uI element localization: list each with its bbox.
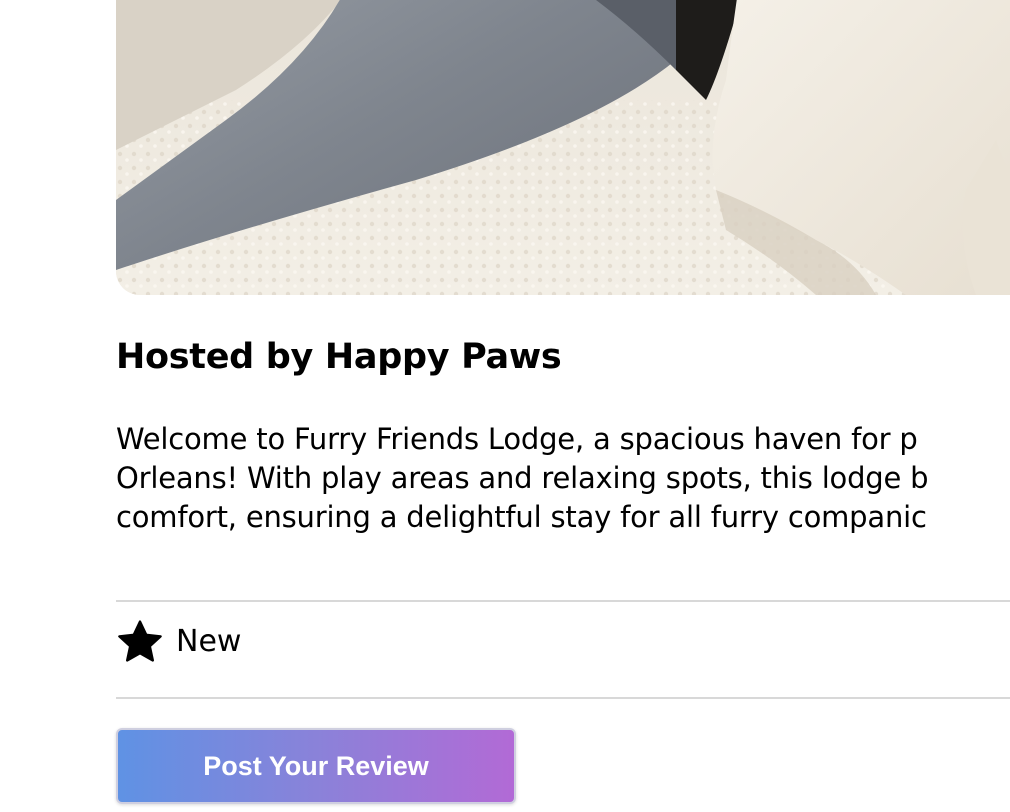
host-title: Hosted by Happy Paws	[116, 337, 562, 377]
listing-description: Welcome to Furry Friends Lodge, a spacio…	[116, 420, 1010, 537]
star-icon	[116, 618, 164, 666]
divider	[116, 697, 1010, 699]
listing-page: Hosted by Happy Paws Welcome to Furry Fr…	[0, 0, 1010, 812]
post-review-button[interactable]: Post Your Review	[116, 728, 516, 804]
description-line: comfort, ensuring a delightful stay for …	[116, 500, 927, 534]
listing-photo[interactable]	[116, 0, 1010, 295]
divider	[116, 600, 1010, 602]
rating-label: New	[176, 624, 242, 659]
description-line: Welcome to Furry Friends Lodge, a spacio…	[116, 422, 918, 456]
description-line: Orleans! With play areas and relaxing sp…	[116, 461, 929, 495]
rating-row: New	[116, 616, 241, 668]
